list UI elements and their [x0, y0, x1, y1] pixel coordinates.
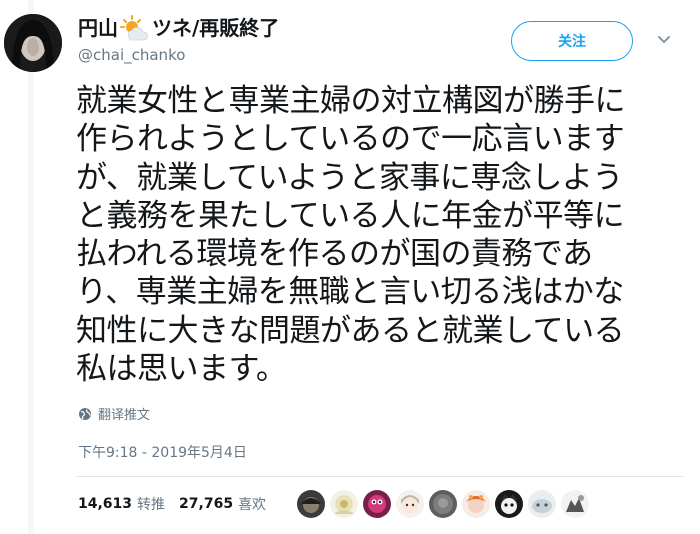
liker-avatar-6[interactable]	[462, 490, 490, 518]
tweet-author: 円山 ツネ/再販終了 @chai_chanko	[78, 14, 279, 66]
retweet-label[interactable]: 转推	[137, 494, 165, 514]
liker-avatar-7[interactable]	[495, 490, 523, 518]
liker-avatar-3[interactable]	[363, 490, 391, 518]
avatar[interactable]	[4, 14, 62, 72]
liker-avatar-4[interactable]	[396, 490, 424, 518]
liker-avatar-5[interactable]	[429, 490, 457, 518]
tweet-line: 払われる環境を作るのが国の責務であ	[76, 236, 593, 273]
tweet-line: 知性に大きな問題があると就業している	[76, 312, 625, 349]
chevron-down-icon[interactable]	[656, 34, 672, 46]
liker-avatar-1[interactable]	[297, 490, 325, 518]
like-count[interactable]: 27,765	[179, 496, 233, 512]
tweet-line: 就業女性と専業主婦の対立構図が勝手に	[76, 83, 626, 119]
translate-label: 翻译推文	[98, 408, 151, 423]
tweet-line: り、専業主婦を無職と言い切る浅はかな	[76, 274, 624, 311]
globe-icon	[79, 407, 91, 420]
liker-avatar-9[interactable]	[561, 490, 589, 518]
liker-avatar-8[interactable]	[528, 490, 556, 518]
liker-avatars	[297, 490, 594, 518]
display-name[interactable]: 円山 ツネ/再販終了	[78, 14, 279, 42]
divider	[76, 476, 684, 477]
like-label[interactable]: 喜欢	[238, 494, 266, 514]
tweet-line: と義務を果たしている人に年金が平等に	[76, 197, 625, 234]
retweet-count[interactable]: 14,613	[78, 496, 132, 512]
tweet-line: 作られようとしているので一応言います	[76, 121, 625, 158]
tweet-stats: 14,613 转推 27,765 喜欢	[78, 494, 266, 514]
liker-avatar-2[interactable]	[330, 490, 358, 518]
tweet-line: が、就業していようと家事に専念しよう	[76, 159, 623, 196]
display-name-part-2: ツネ/再販終了	[152, 16, 280, 40]
display-name-part-1: 円山	[78, 16, 118, 40]
translate-tweet-link[interactable]: 翻译推文	[78, 404, 150, 423]
user-handle[interactable]: @chai_chanko	[78, 44, 279, 66]
tweet-text: 就業女性と専業主婦の対立構図が勝手に 作られようとしているので一応言います が、…	[76, 82, 686, 388]
sun-behind-cloud-icon	[120, 15, 148, 41]
thread-line	[28, 0, 34, 534]
tweet-timestamp[interactable]: 下午9:18 - 2019年5月4日	[78, 442, 247, 462]
avatar-image	[4, 14, 62, 72]
follow-button[interactable]: 关注	[511, 21, 633, 61]
tweet-line: 私は思います。	[76, 351, 287, 388]
